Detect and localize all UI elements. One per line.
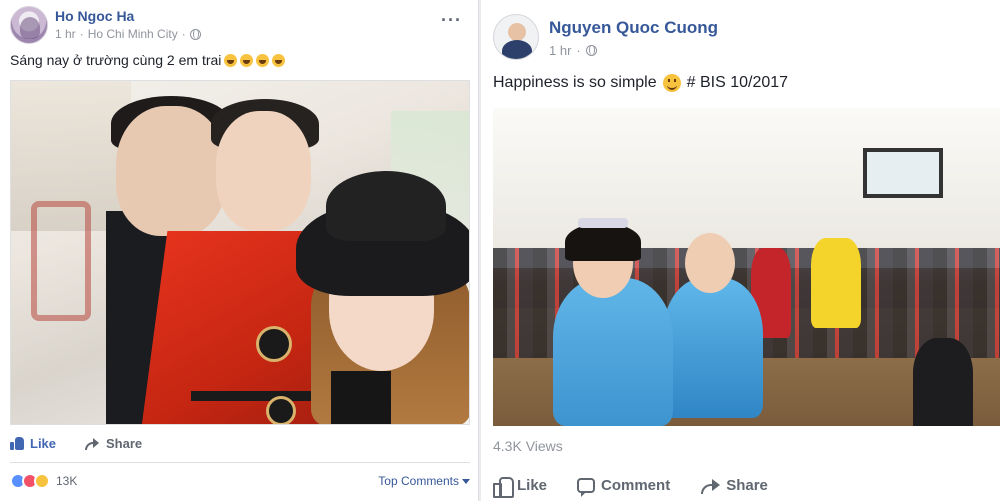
photo-emblem: [256, 326, 292, 362]
thumbs-up-icon: [493, 476, 514, 498]
post-header: Ho Ngoc Ha 1 hr · Ho Chi Minh City · ···: [10, 6, 470, 44]
avatar[interactable]: [10, 6, 48, 44]
post-message-start: Happiness is so simple: [493, 74, 657, 91]
video-child-head: [685, 233, 735, 293]
post-message: Sáng nay ở trường cùng 2 em trai: [10, 52, 222, 68]
comment-label: Comment: [601, 476, 671, 494]
author-name[interactable]: Nguyen Quoc Cuong: [549, 18, 718, 38]
laughing-emoji-icon: [224, 53, 238, 67]
top-comments-label: Top Comments: [378, 474, 459, 488]
like-button[interactable]: Like: [10, 436, 56, 451]
post-text: Sáng nay ở trường cùng 2 em trai: [10, 52, 286, 68]
comment-button[interactable]: Comment: [577, 476, 671, 497]
share-button[interactable]: Share: [84, 436, 142, 451]
share-icon: [84, 437, 100, 450]
more-options-icon[interactable]: ···: [441, 10, 462, 31]
post-photo[interactable]: [10, 80, 470, 425]
comment-icon: [577, 477, 596, 497]
laughing-emoji-icon: [256, 53, 270, 67]
like-label: Like: [30, 435, 57, 451]
reaction-count: 13K: [56, 474, 78, 488]
globe-icon[interactable]: [585, 45, 597, 56]
like-label: Like: [517, 476, 548, 494]
share-label: Share: [726, 476, 768, 494]
post-hashtag[interactable]: # BIS 10/2017: [687, 74, 788, 92]
photo-boy-head: [216, 111, 311, 231]
video-child-blue-dress: [663, 278, 763, 418]
photo-woman-body: [331, 371, 391, 424]
laughing-emoji-icon: [272, 53, 286, 67]
post-video[interactable]: [493, 108, 1000, 426]
newsfeed-screenshot: Ho Ngoc Ha 1 hr · Ho Chi Minh City · ···…: [0, 0, 1000, 501]
post-card-left: Ho Ngoc Ha 1 hr · Ho Chi Minh City · ···…: [0, 0, 479, 501]
video-child-blue-dress: [553, 278, 673, 426]
divider: [10, 462, 470, 463]
photo-emblem: [266, 396, 296, 424]
share-label: Share: [106, 435, 143, 451]
video-child-yellow-costume: [811, 238, 861, 328]
video-background-window: [863, 148, 943, 198]
chevron-down-icon: [462, 478, 470, 484]
post-time[interactable]: 1 hr: [549, 43, 571, 58]
post-footer: 13K Top Comments: [10, 470, 470, 492]
thumbs-up-icon: [10, 436, 24, 450]
haha-reaction-icon: [34, 473, 50, 489]
share-icon: [700, 478, 721, 494]
post-time[interactable]: 1 hr: [55, 27, 76, 41]
laughing-emoji-icon: [240, 53, 254, 67]
reactions-summary[interactable]: 13K: [10, 473, 77, 489]
meta-separator: ·: [79, 27, 84, 41]
share-button[interactable]: Share: [700, 477, 768, 494]
video-tiara: [578, 218, 628, 228]
view-count[interactable]: 4.3K Views: [493, 438, 563, 454]
photo-man-head: [116, 106, 226, 236]
meta-separator: ·: [181, 27, 186, 41]
video-child-hair: [565, 223, 641, 261]
post-location[interactable]: Ho Chi Minh City: [88, 27, 178, 41]
avatar[interactable]: [493, 14, 539, 60]
post-meta: 1 hr · Ho Chi Minh City ·: [55, 27, 201, 41]
globe-icon[interactable]: [189, 28, 201, 40]
post-meta: 1 hr ·: [549, 43, 597, 58]
author-name[interactable]: Ho Ngoc Ha: [55, 8, 134, 24]
like-button[interactable]: Like: [493, 476, 548, 498]
photo-woman-hat-crown: [326, 171, 446, 241]
post-text: Happiness is so simple # BIS 10/2017: [493, 74, 788, 92]
smiley-emoji-icon: [662, 74, 681, 92]
top-comments-dropdown[interactable]: Top Comments: [378, 474, 470, 488]
post-actions: Like Share: [10, 430, 470, 456]
post-actions: Like Comment Share: [493, 476, 1000, 498]
photo-chair: [31, 201, 91, 321]
post-card-right: Nguyen Quoc Cuong 1 hr · Happiness is so…: [481, 0, 1000, 501]
video-child-seated: [913, 338, 973, 426]
meta-separator: ·: [576, 43, 581, 58]
